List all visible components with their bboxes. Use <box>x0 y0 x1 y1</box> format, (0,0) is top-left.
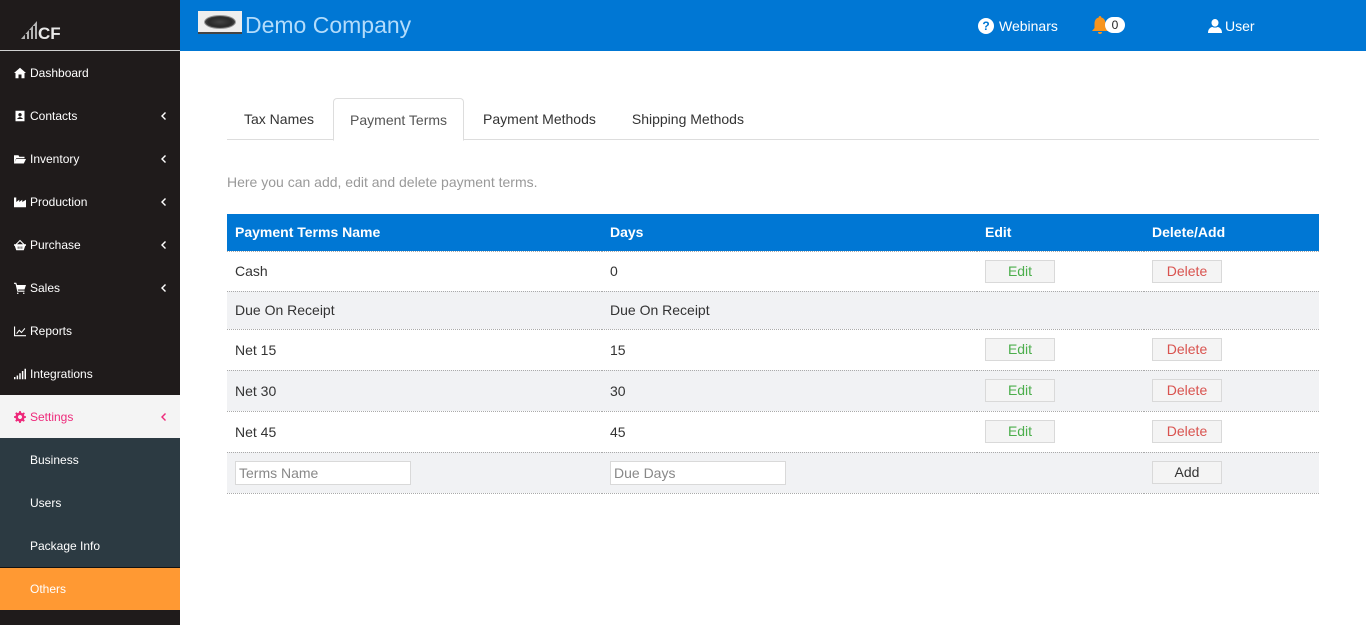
edit-button[interactable]: Edit <box>985 420 1055 443</box>
home-icon <box>13 66 27 80</box>
table-header-row: Payment Terms Name Days Edit Delete/Add <box>227 214 1319 252</box>
delete-cell-empty <box>1144 291 1319 330</box>
sidebar-item-label: Sales <box>30 280 61 295</box>
term-name: Net 45 <box>227 411 602 453</box>
cf-logo[interactable]: CF <box>19 17 65 41</box>
contact-card-icon <box>13 109 27 123</box>
user-label: User <box>1225 18 1255 34</box>
sidebar-item-label: Dashboard <box>30 65 89 80</box>
cart-icon <box>13 281 27 295</box>
sidebar-item-label: Production <box>30 194 88 209</box>
chevron-left-icon <box>160 283 166 292</box>
sidebar-item-label: Reports <box>30 323 73 338</box>
term-name: Due On Receipt <box>227 291 602 330</box>
sidebar: CF Dashboard Contacts Inventory Producti… <box>0 0 180 625</box>
line-chart-icon <box>13 324 27 338</box>
column-header-name: Payment Terms Name <box>227 214 602 252</box>
chevron-left-icon <box>160 412 166 421</box>
company-logo <box>198 11 242 34</box>
sidebar-item-purchase[interactable]: Purchase <box>0 223 180 266</box>
question-circle-icon: ? <box>978 18 994 34</box>
chevron-left-icon <box>160 240 166 249</box>
notification-count-badge[interactable]: 0 <box>1105 17 1125 33</box>
svg-text:CF: CF <box>38 24 61 41</box>
edit-button[interactable]: Edit <box>985 338 1055 361</box>
user-icon <box>1208 19 1222 33</box>
term-days: 0 <box>602 251 977 292</box>
settings-tabs: Tax Names Payment Terms Payment Methods … <box>227 98 1319 141</box>
add-button[interactable]: Add <box>1152 461 1222 484</box>
term-days: Due On Receipt <box>602 291 977 330</box>
sidebar-item-inventory[interactable]: Inventory <box>0 137 180 180</box>
folder-open-icon <box>13 152 27 166</box>
sidebar-item-label: Integrations <box>30 366 93 381</box>
sidebar-item-production[interactable]: Production <box>0 180 180 223</box>
column-header-delete-add: Delete/Add <box>1144 214 1319 252</box>
sidebar-item-settings[interactable]: Settings <box>0 395 180 438</box>
column-header-days: Days <box>602 214 977 252</box>
sidebar-item-label: Purchase <box>30 237 81 252</box>
submenu-item-users[interactable]: Users <box>0 481 180 524</box>
table-row: Cash 0 Edit Delete <box>227 251 1319 292</box>
basket-icon <box>13 238 27 252</box>
edit-cell-empty <box>977 291 1144 330</box>
signal-bars-icon <box>13 367 27 381</box>
submenu-item-package-info[interactable]: Package Info <box>0 524 180 567</box>
delete-button[interactable]: Delete <box>1152 338 1222 361</box>
term-name: Net 15 <box>227 329 602 371</box>
table-row: Net 45 45 Edit Delete <box>227 411 1319 453</box>
column-header-edit: Edit <box>977 214 1144 252</box>
term-name: Cash <box>227 251 602 292</box>
table-row: Net 30 30 Edit Delete <box>227 370 1319 412</box>
table-row: Due On Receipt Due On Receipt <box>227 291 1319 330</box>
sidebar-item-dashboard[interactable]: Dashboard <box>0 51 180 94</box>
sidebar-item-label: Settings <box>30 409 74 424</box>
due-days-input[interactable] <box>610 460 786 485</box>
sidebar-item-sales[interactable]: Sales <box>0 266 180 309</box>
user-menu[interactable]: User <box>1208 18 1255 34</box>
new-term-row: Add <box>227 452 1319 494</box>
webinars-link[interactable]: ? Webinars <box>978 18 1058 34</box>
delete-button[interactable]: Delete <box>1152 379 1222 402</box>
tab-tax-names[interactable]: Tax Names <box>227 98 331 140</box>
company-name: Demo Company <box>245 12 412 38</box>
settings-submenu: Business Users Package Info Others <box>0 438 180 610</box>
term-days: 45 <box>602 411 977 453</box>
industry-icon <box>13 195 27 209</box>
sidebar-item-reports[interactable]: Reports <box>0 309 180 352</box>
webinars-label: Webinars <box>999 18 1058 34</box>
chevron-left-icon <box>160 111 166 120</box>
top-header: Demo Company ? Webinars 0 User <box>180 0 1366 51</box>
main-content: Tax Names Payment Terms Payment Methods … <box>227 98 1319 494</box>
delete-button[interactable]: Delete <box>1152 420 1222 443</box>
term-days: 15 <box>602 329 977 371</box>
sidebar-item-label: Inventory <box>30 151 80 166</box>
gear-icon <box>13 410 27 424</box>
tab-payment-terms[interactable]: Payment Terms <box>333 98 465 141</box>
submenu-item-business[interactable]: Business <box>0 438 180 481</box>
tab-payment-methods[interactable]: Payment Methods <box>466 98 613 140</box>
sidebar-item-label: Contacts <box>30 108 78 123</box>
sidebar-item-integrations[interactable]: Integrations <box>0 352 180 395</box>
terms-name-input[interactable] <box>235 460 411 485</box>
delete-button[interactable]: Delete <box>1152 259 1222 283</box>
chevron-left-icon <box>160 154 166 163</box>
page-description: Here you can add, edit and delete paymen… <box>227 174 538 190</box>
payment-terms-table: Payment Terms Name Days Edit Delete/Add … <box>227 214 1319 494</box>
tab-shipping-methods[interactable]: Shipping Methods <box>615 98 761 140</box>
sidebar-item-contacts[interactable]: Contacts <box>0 94 180 137</box>
term-name: Net 30 <box>227 370 602 412</box>
logo-area: CF <box>0 0 180 51</box>
edit-button[interactable]: Edit <box>985 379 1055 402</box>
edit-button[interactable]: Edit <box>985 259 1055 283</box>
chevron-left-icon <box>160 197 166 206</box>
edit-cell-empty <box>977 452 1144 494</box>
term-days: 30 <box>602 370 977 412</box>
submenu-item-others[interactable]: Others <box>0 567 180 610</box>
table-row: Net 15 15 Edit Delete <box>227 329 1319 371</box>
